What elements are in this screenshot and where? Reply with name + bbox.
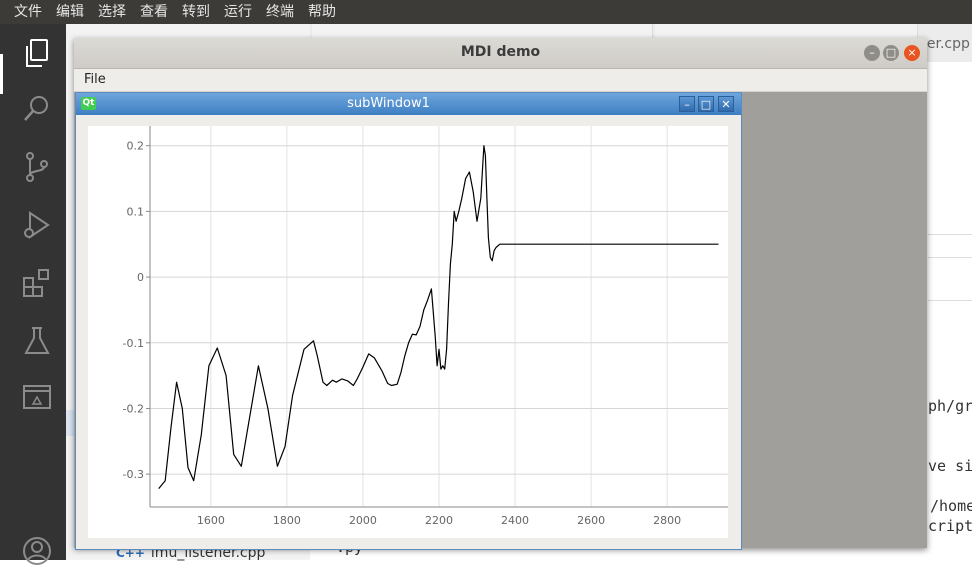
y-tick-label: -0.3: [123, 468, 144, 481]
menu-view[interactable]: 查看: [132, 0, 176, 24]
subwindow-minimize-button[interactable]: –: [679, 96, 695, 112]
minimize-button[interactable]: –: [864, 45, 880, 61]
testing-flask-icon[interactable]: [20, 324, 54, 358]
ide-menubar: 文件 编辑 选择 查看 转到 运行 终端 帮助: [0, 0, 972, 24]
menu-selection[interactable]: 选择: [90, 0, 134, 24]
divider: [928, 234, 972, 235]
close-button[interactable]: ×: [904, 45, 920, 61]
divider: [928, 300, 972, 301]
x-tick-label: 2200: [425, 514, 453, 527]
chart-view[interactable]: 1600 1800 2000 2200 2400 2600 2800 0.2 0.1 0 -0.1 -…: [88, 126, 728, 538]
menu-help[interactable]: 帮助: [300, 0, 344, 24]
y-tick-label: 0.2: [127, 140, 145, 153]
sub-window: Qt subWindow1 – □ ✕ 1600 1800 2000 2200 2400…: [75, 92, 742, 550]
menu-goto[interactable]: 转到: [174, 0, 218, 24]
menu-run[interactable]: 运行: [216, 0, 260, 24]
extensions-icon[interactable]: [20, 266, 54, 300]
x-tick-label: 1800: [273, 514, 301, 527]
code-line: /home: [930, 497, 972, 515]
run-debug-icon[interactable]: [20, 208, 54, 242]
code-line: cript/: [928, 517, 972, 535]
activity-bar: [0, 24, 66, 565]
subwindow-title: subWindow1: [347, 96, 430, 111]
x-tick-label: 2000: [349, 514, 377, 527]
menu-edit[interactable]: 编辑: [48, 0, 92, 24]
y-tick-label: 0.1: [127, 205, 145, 218]
x-tick-label: 2800: [653, 514, 681, 527]
search-icon[interactable]: [20, 92, 54, 126]
window-title: MDI demo: [460, 44, 541, 60]
file-menu[interactable]: File: [84, 72, 106, 87]
subwindow-titlebar[interactable]: Qt subWindow1 – □ ✕: [76, 93, 741, 115]
source-control-icon[interactable]: [20, 150, 54, 184]
x-tick-label: 1600: [197, 514, 225, 527]
y-tick-label: -0.2: [123, 402, 144, 415]
explorer-selection: [66, 410, 74, 436]
y-tick-label: -0.1: [123, 337, 144, 350]
menu-terminal[interactable]: 终端: [258, 0, 302, 24]
divider: [928, 257, 972, 258]
maximize-button[interactable]: □: [883, 45, 899, 61]
mdi-menubar: File: [74, 69, 927, 92]
x-tick-label: 2600: [577, 514, 605, 527]
subwindow-maximize-button[interactable]: □: [698, 96, 714, 112]
explorer-icon[interactable]: [20, 36, 54, 70]
remote-explorer-icon[interactable]: [20, 380, 54, 414]
subwindow-close-button[interactable]: ✕: [718, 96, 734, 112]
x-tick-label: 2400: [501, 514, 529, 527]
active-indicator: [0, 54, 3, 94]
y-tick-label: 0: [137, 271, 144, 284]
code-line: ve sig: [928, 457, 972, 475]
menu-file[interactable]: 文件: [6, 0, 50, 24]
account-icon[interactable]: [20, 534, 54, 568]
mdi-titlebar[interactable]: MDI demo – □ ×: [74, 38, 927, 69]
code-line: ph/gra: [928, 397, 972, 415]
line-chart: 1600 1800 2000 2200 2400 2600 2800 0.2 0.1 0 -0.1 -…: [123, 126, 728, 527]
